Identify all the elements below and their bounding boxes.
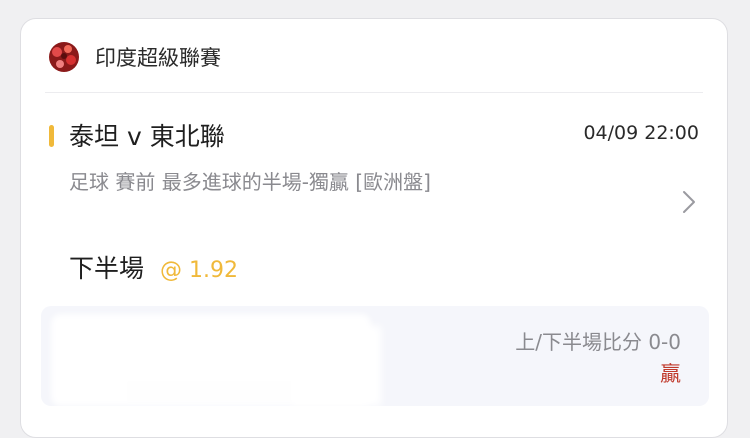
result-badge: 贏 xyxy=(660,362,681,386)
chevron-right-icon[interactable] xyxy=(681,189,697,215)
selection-label: 下半場 xyxy=(69,254,145,283)
league-header: 印度超級聯賽 xyxy=(47,37,221,77)
market-description: 足球 賽前 最多進球的半場-獨贏 [歐洲盤] xyxy=(69,170,431,194)
match-time: 04/09 22:00 xyxy=(583,122,699,144)
result-box: 上/下半場比分 0-0 贏 xyxy=(41,306,709,406)
bet-record-card: 印度超級聯賽 泰坦 v 東北聯 04/09 22:00 足球 賽前 最多進球的半… xyxy=(20,18,728,438)
odds-value: @ 1.92 xyxy=(160,258,238,283)
half-score: 上/下半場比分 0-0 xyxy=(515,330,681,354)
league-name: 印度超級聯賽 xyxy=(95,46,221,70)
accent-bar xyxy=(49,125,54,147)
match-title: 泰坦 v 東北聯 xyxy=(69,122,225,151)
header-divider xyxy=(45,92,703,93)
league-logo-icon xyxy=(47,40,81,74)
selection-row: 下半場 @ 1.92 xyxy=(69,249,238,285)
blurred-region xyxy=(291,326,381,406)
